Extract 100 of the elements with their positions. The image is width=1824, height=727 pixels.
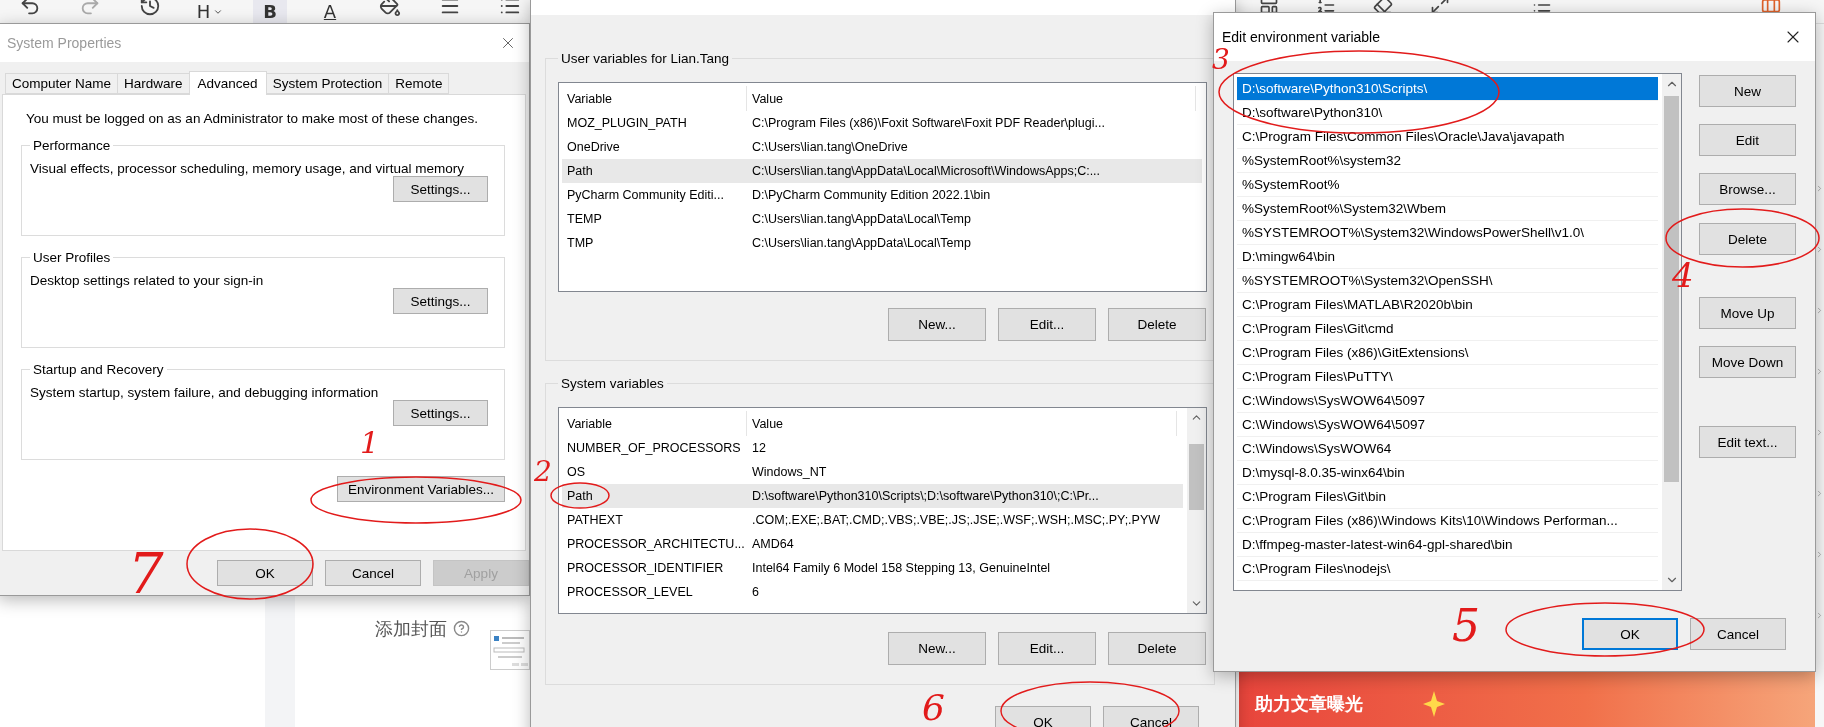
list-row[interactable]: TMP C:\Users\lian.tang\AppData\Local\Temp: [562, 231, 1202, 255]
side-button[interactable]: Edit text...: [1699, 426, 1796, 458]
side-button[interactable]: New: [1699, 75, 1796, 107]
dialog-button[interactable]: OK: [1582, 618, 1678, 650]
undo-icon[interactable]: [19, 0, 41, 17]
history-icon[interactable]: [139, 0, 161, 17]
list-row[interactable]: PyCharm Community Editi... D:\PyCharm Community Edition 2022.1\bin: [562, 183, 1202, 207]
settings-button[interactable]: Settings...: [393, 288, 488, 314]
redo-icon[interactable]: [79, 0, 101, 17]
sparkle-icon: [1423, 690, 1445, 717]
chevron-icon[interactable]: [1815, 611, 1824, 620]
eraser-icon[interactable]: [1372, 0, 1393, 15]
annotation-number: 5: [1452, 604, 1480, 648]
numbered-list-icon[interactable]: [1315, 0, 1336, 15]
list-row[interactable]: PROCESSOR_IDENTIFIER Intel64 Family 6 Model 158 Stepping 13, GenuineIntel: [562, 556, 1183, 580]
list-item[interactable]: C:\Program Files\MATLAB\R2020b\bin: [1237, 293, 1658, 317]
list-item[interactable]: D:\software\Python310\: [1237, 101, 1658, 125]
paint-bucket-icon[interactable]: [379, 0, 401, 17]
list-item[interactable]: %SystemRoot%\system32: [1237, 149, 1658, 173]
dialog-button[interactable]: OK: [217, 560, 313, 586]
list-item[interactable]: D:\mysql-8.0.35-winx64\bin: [1237, 461, 1658, 485]
list-item[interactable]: C:\Windows\SysWOW64\5097: [1237, 389, 1658, 413]
list-item[interactable]: C:\Program Files\Git\cmd: [1237, 317, 1658, 341]
list-row[interactable]: MOZ_PLUGIN_PATH C:\Program Files (x86)\Foxit Software\Foxit PDF Reader\plugi...: [562, 111, 1202, 135]
dialog-button[interactable]: Cancel: [1103, 706, 1199, 727]
table-cell-text: C:\Program Files (x86)\Foxit Software\Foxit PDF Reader\plugi...: [751, 116, 1106, 130]
list-item[interactable]: C:\Program Files (x86)\GitExtensions\: [1237, 341, 1658, 365]
list-item[interactable]: %SystemRoot%: [1237, 173, 1658, 197]
list-row[interactable]: Path D:\software\Python310\Scripts\;D:\software\Python310\;C:\Pr...: [562, 484, 1183, 508]
side-button[interactable]: Move Up: [1699, 297, 1796, 329]
side-button[interactable]: Browse...: [1699, 173, 1796, 205]
dialog-button[interactable]: Cancel: [325, 560, 421, 586]
thumbnail-drawing[interactable]: [490, 630, 530, 670]
column-header[interactable]: Variable: [562, 86, 747, 111]
bold-button[interactable]: B: [253, 0, 287, 23]
group-description: Desktop settings related to your sign-in: [30, 273, 265, 288]
dialog-button[interactable]: OK: [995, 706, 1091, 727]
list-item[interactable]: C:\Program Files\nodejs\: [1237, 557, 1658, 581]
chevron-icon[interactable]: [1815, 367, 1824, 376]
tab[interactable]: System Protection: [265, 73, 390, 94]
promo-banner[interactable]: 助力文章曝光: [1239, 672, 1815, 727]
list-action-button[interactable]: New...: [888, 632, 986, 665]
chevron-icon[interactable]: [1815, 489, 1824, 498]
list-action-button[interactable]: Delete: [1108, 632, 1206, 665]
list-row[interactable]: PROCESSOR_ARCHITECTU... AMD64: [562, 532, 1183, 556]
annotation-number: 1: [360, 428, 380, 458]
list-action-button[interactable]: Edit...: [998, 632, 1096, 665]
notice-text: You must be logged on as an Administrator to make most of these changes.: [26, 111, 480, 126]
list-item[interactable]: D:\ffmpeg-master-latest-win64-gpl-shared\bin: [1237, 533, 1658, 557]
list-row[interactable]: Path C:\Users\lian.tang\AppData\Local\Microsoft\WindowsApps;C:...: [562, 159, 1202, 183]
list-action-button[interactable]: Delete: [1108, 308, 1206, 341]
list-action-button[interactable]: New...: [888, 308, 986, 341]
dialog-button[interactable]: Cancel: [1690, 618, 1786, 650]
list-action-button[interactable]: Edit...: [998, 308, 1096, 341]
list-item[interactable]: C:\Program Files\PuTTY\: [1237, 365, 1658, 389]
layout-icon[interactable]: [1258, 0, 1279, 15]
column-header[interactable]: Value: [747, 411, 1177, 436]
scrollbar-thumb[interactable]: [1189, 444, 1204, 510]
list-item[interactable]: C:\Program Files\Common Files\Oracle\Java\javapath: [1237, 125, 1658, 149]
list-item[interactable]: C:\Windows\SysWOW64: [1237, 437, 1658, 461]
list-item[interactable]: C:\Windows\SysWOW64\5097: [1237, 413, 1658, 437]
window-title: Edit environment variable: [1222, 29, 1380, 45]
table-cell-text: D:\PyCharm Community Edition 2022.1\bin: [751, 188, 992, 202]
table-cell-text: PROCESSOR_IDENTIFIER: [566, 561, 725, 575]
text-color-button[interactable]: A: [313, 0, 347, 23]
chevron-icon[interactable]: [1815, 550, 1824, 559]
scrollbar[interactable]: [1187, 408, 1206, 613]
environment-variables-button[interactable]: Environment Variables...: [337, 476, 505, 502]
heading-button[interactable]: H: [186, 0, 234, 23]
settings-button[interactable]: Settings...: [393, 176, 488, 202]
tab[interactable]: Hardware: [117, 73, 190, 94]
list-item[interactable]: %SystemRoot%\System32\Wbem: [1237, 197, 1658, 221]
chevron-icon[interactable]: [1815, 306, 1824, 315]
list-item[interactable]: %SYSTEMROOT%\System32\WindowsPowerShell\v1.0\: [1237, 221, 1658, 245]
list-item[interactable]: D:\mingw64\bin: [1237, 245, 1658, 269]
list-item[interactable]: D:\software\Python310\Scripts\: [1237, 77, 1658, 101]
column-header[interactable]: Variable: [562, 411, 747, 436]
table-cell-text: TEMP: [566, 212, 603, 226]
list-item[interactable]: C:\Program Files (x86)\Windows Kits\10\Windows Performan...: [1237, 509, 1658, 533]
list-item[interactable]: C:\Program Files\Git\bin: [1237, 485, 1658, 509]
side-button[interactable]: Delete: [1699, 223, 1796, 255]
list-row[interactable]: PATHEXT .COM;.EXE;.BAT;.CMD;.VBS;.VBE;.JS;.JSE;.WSF;.WSH;.MSC;.PY;.PYW: [562, 508, 1183, 532]
side-button[interactable]: Edit: [1699, 124, 1796, 156]
side-button[interactable]: Move Down: [1699, 346, 1796, 378]
column-header[interactable]: Value: [747, 86, 1196, 111]
list-row[interactable]: NUMBER_OF_PROCESSORS 12: [562, 436, 1183, 460]
list-row[interactable]: PROCESSOR_LEVEL 6: [562, 580, 1183, 604]
tab[interactable]: Computer Name: [5, 73, 119, 94]
tab[interactable]: Remote: [388, 73, 450, 94]
list-row[interactable]: OneDrive C:\Users\lian.tang\OneDrive: [562, 135, 1202, 159]
help-icon[interactable]: [453, 620, 470, 637]
list-item[interactable]: %SYSTEMROOT%\System32\OpenSSH\: [1237, 269, 1658, 293]
tab[interactable]: Advanced: [188, 71, 267, 95]
chevron-icon[interactable]: [1815, 245, 1824, 254]
table-cell-text: OS: [566, 465, 587, 479]
chevron-icon[interactable]: [1815, 428, 1824, 437]
list-row[interactable]: OS Windows_NT: [562, 460, 1183, 484]
settings-button[interactable]: Settings...: [393, 400, 488, 426]
chevron-icon[interactable]: [1815, 184, 1824, 193]
list-row[interactable]: TEMP C:\Users\lian.tang\AppData\Local\Temp: [562, 207, 1202, 231]
